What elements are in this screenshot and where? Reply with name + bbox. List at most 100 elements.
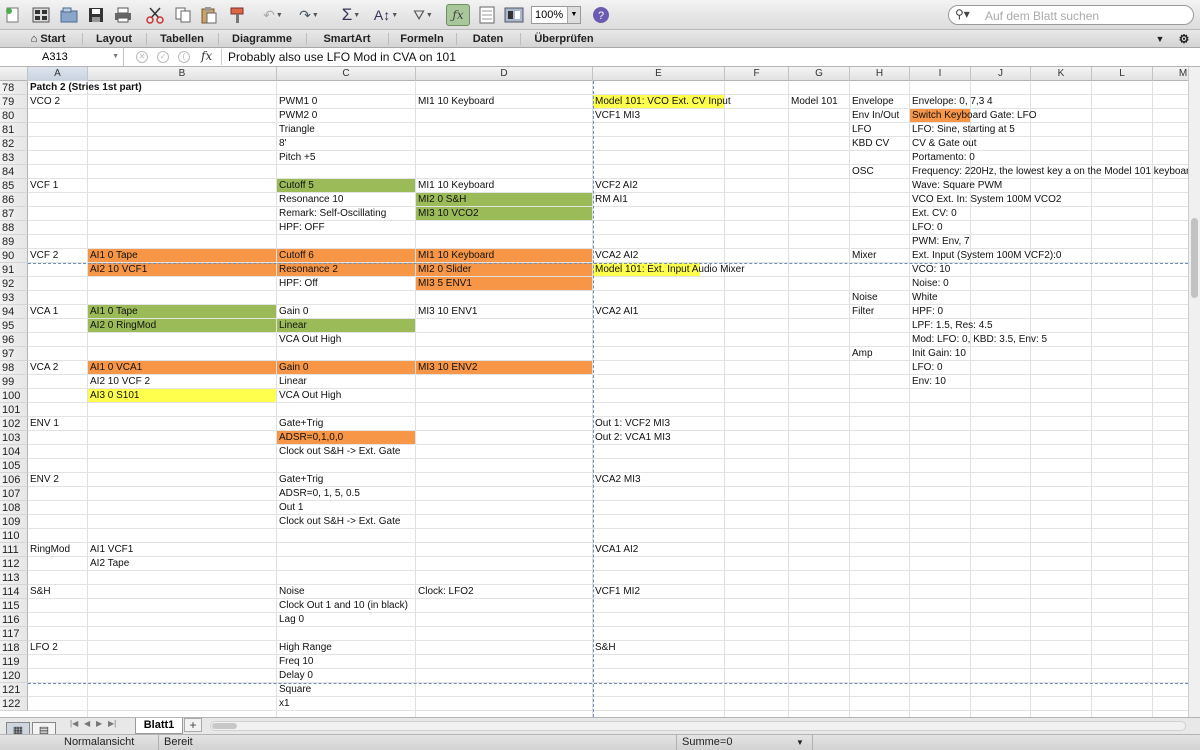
cell-c100[interactable]: VCA Out High <box>277 389 341 403</box>
row-header-88[interactable]: 88 <box>0 221 28 235</box>
cell-h97[interactable]: Amp <box>850 347 873 361</box>
cell-i86[interactable]: VCO Ext. In: System 100M VCO2 <box>910 193 1062 207</box>
cell-b91[interactable]: AI2 10 VCF1 <box>88 263 147 277</box>
cell-c83[interactable]: Pitch +5 <box>277 151 315 165</box>
new-icon[interactable] <box>4 4 22 26</box>
row-header-91[interactable]: 91 <box>0 263 28 277</box>
name-box[interactable]: A313 ▼ <box>0 48 124 66</box>
zoom-select[interactable]: 100% ▼ <box>531 6 581 24</box>
row-header-96[interactable]: 96 <box>0 333 28 347</box>
cell-c90[interactable]: Cutoff 6 <box>277 249 314 263</box>
formula-builder-icon[interactable]: ƒx <box>446 4 470 26</box>
cell-c103[interactable]: ADSR=0,1,0,0 <box>277 431 343 445</box>
cell-c81[interactable]: Triangle <box>277 123 315 137</box>
cell-c96[interactable]: VCA Out High <box>277 333 341 347</box>
cell-e114[interactable]: VCF1 MI2 <box>593 585 640 599</box>
cell-c85[interactable]: Cutoff 5 <box>277 179 314 193</box>
column-header-l[interactable]: L <box>1092 67 1153 81</box>
row-header-103[interactable]: 103 <box>0 431 28 445</box>
cell-c99[interactable]: Linear <box>277 375 307 389</box>
cell-a90[interactable]: VCF 2 <box>28 249 58 263</box>
cell-a114[interactable]: S&H <box>28 585 51 599</box>
cell-i88[interactable]: LFO: 0 <box>910 221 943 235</box>
cell-i91[interactable]: VCO: 10 <box>910 263 950 277</box>
row-header-121[interactable]: 121 <box>0 683 28 697</box>
row-header-110[interactable]: 110 <box>0 529 28 543</box>
cell-e90[interactable]: VCA2 AI2 <box>593 249 638 263</box>
cell-c98[interactable]: Gain 0 <box>277 361 308 375</box>
row-header-82[interactable]: 82 <box>0 137 28 151</box>
cell-c79[interactable]: PWM1 0 <box>277 95 317 109</box>
cell-i84[interactable]: Frequency: 220Hz, the lowest key a on th… <box>910 165 1188 179</box>
cell-i96[interactable]: Mod: LFO: 0, KBD: 3.5, Env: 5 <box>910 333 1047 347</box>
row-header-104[interactable]: 104 <box>0 445 28 459</box>
row-header-90[interactable]: 90 <box>0 249 28 263</box>
cell-i97[interactable]: Init Gain: 10 <box>910 347 966 361</box>
row-header-100[interactable]: 100 <box>0 389 28 403</box>
cell-e80[interactable]: VCF1 MI3 <box>593 109 640 123</box>
save-icon[interactable] <box>86 4 106 26</box>
cell-c121[interactable]: Square <box>277 683 311 697</box>
cell-h84[interactable]: OSC <box>850 165 874 179</box>
row-header-99[interactable]: 99 <box>0 375 28 389</box>
row-header-108[interactable]: 108 <box>0 501 28 515</box>
cell-c114[interactable]: Noise <box>277 585 305 599</box>
column-header-g[interactable]: G <box>789 67 850 81</box>
row-header-109[interactable]: 109 <box>0 515 28 529</box>
row-header-101[interactable]: 101 <box>0 403 28 417</box>
row-header-86[interactable]: 86 <box>0 193 28 207</box>
tab-layout[interactable]: Layout <box>86 30 142 48</box>
gear-icon[interactable]: ⚙ <box>1174 30 1194 48</box>
cell-a85[interactable]: VCF 1 <box>28 179 58 193</box>
cell-g79[interactable]: Model 101 <box>789 95 838 109</box>
cell-e91[interactable]: Model 101: Ext. Input Audio Mixer <box>593 263 745 277</box>
cell-h94[interactable]: Filter <box>850 305 874 319</box>
cell-c86[interactable]: Resonance 10 <box>277 193 344 207</box>
row-header-105[interactable]: 105 <box>0 459 28 473</box>
cell-b98[interactable]: AI1 0 VCA1 <box>88 361 142 375</box>
cell-e103[interactable]: Out 2: VCA1 MI3 <box>593 431 671 445</box>
row-header-107[interactable]: 107 <box>0 487 28 501</box>
sheet-tab-blatt1[interactable]: Blatt1 <box>135 718 183 734</box>
row-header-94[interactable]: 94 <box>0 305 28 319</box>
tab-ueberpruefen[interactable]: Überprüfen <box>524 30 604 48</box>
cell-c108[interactable]: Out 1 <box>277 501 303 515</box>
column-header-e[interactable]: E <box>593 67 725 81</box>
cell-c92[interactable]: HPF: Off <box>277 277 318 291</box>
gallery-icon[interactable] <box>476 4 498 26</box>
cell-e79[interactable]: Model 101: VCO Ext. CV Input <box>593 95 731 109</box>
row-header-81[interactable]: 81 <box>0 123 28 137</box>
cell-d98[interactable]: MI3 10 ENV2 <box>416 361 477 375</box>
row-header-115[interactable]: 115 <box>0 599 28 613</box>
cell-a106[interactable]: ENV 2 <box>28 473 59 487</box>
cell-b90[interactable]: AI1 0 Tape <box>88 249 138 263</box>
column-header-b[interactable]: B <box>88 67 277 81</box>
cell-i81[interactable]: LFO: Sine, starting at 5 <box>910 123 1015 137</box>
cell-h82[interactable]: KBD CV <box>850 137 889 151</box>
cell-c118[interactable]: High Range <box>277 641 332 655</box>
spreadsheet-grid[interactable]: A B C D E F G H I J K L M 78 79 80 81 82 83 84 85 86 87 88 89 90 9… <box>0 67 1188 717</box>
cell-b95[interactable]: AI2 0 RingMod <box>88 319 156 333</box>
column-header-d[interactable]: D <box>416 67 593 81</box>
column-header-f[interactable]: F <box>725 67 789 81</box>
row-header-113[interactable]: 113 <box>0 571 28 585</box>
print-icon[interactable] <box>112 4 134 26</box>
cell-d91[interactable]: MI2 0 Slider <box>416 263 471 277</box>
cell-i90[interactable]: Ext. Input (System 100M VCF2):0 <box>910 249 1062 263</box>
cell-e94[interactable]: VCA2 AI1 <box>593 305 638 319</box>
add-sheet-button[interactable]: + <box>184 718 202 732</box>
row-header-78[interactable]: 78 <box>0 81 28 95</box>
cell-h80[interactable]: Env In/Out <box>850 109 899 123</box>
row-header-79[interactable]: 79 <box>0 95 28 109</box>
cell-d87[interactable]: MI3 10 VCO2 <box>416 207 479 221</box>
cell-i95[interactable]: LPF: 1.5, Res: 4.5 <box>910 319 993 333</box>
cell-c122[interactable]: x1 <box>277 697 290 711</box>
column-header-k[interactable]: K <box>1031 67 1092 81</box>
cell-a98[interactable]: VCA 2 <box>28 361 58 375</box>
select-all-corner[interactable] <box>0 67 28 81</box>
tab-tabellen[interactable]: Tabellen <box>150 30 214 48</box>
format-painter-icon[interactable] <box>226 4 248 26</box>
next-sheet-icon[interactable]: ▶ <box>96 719 102 728</box>
column-header-j[interactable]: J <box>971 67 1031 81</box>
cell-e102[interactable]: Out 1: VCF2 MI3 <box>593 417 670 431</box>
